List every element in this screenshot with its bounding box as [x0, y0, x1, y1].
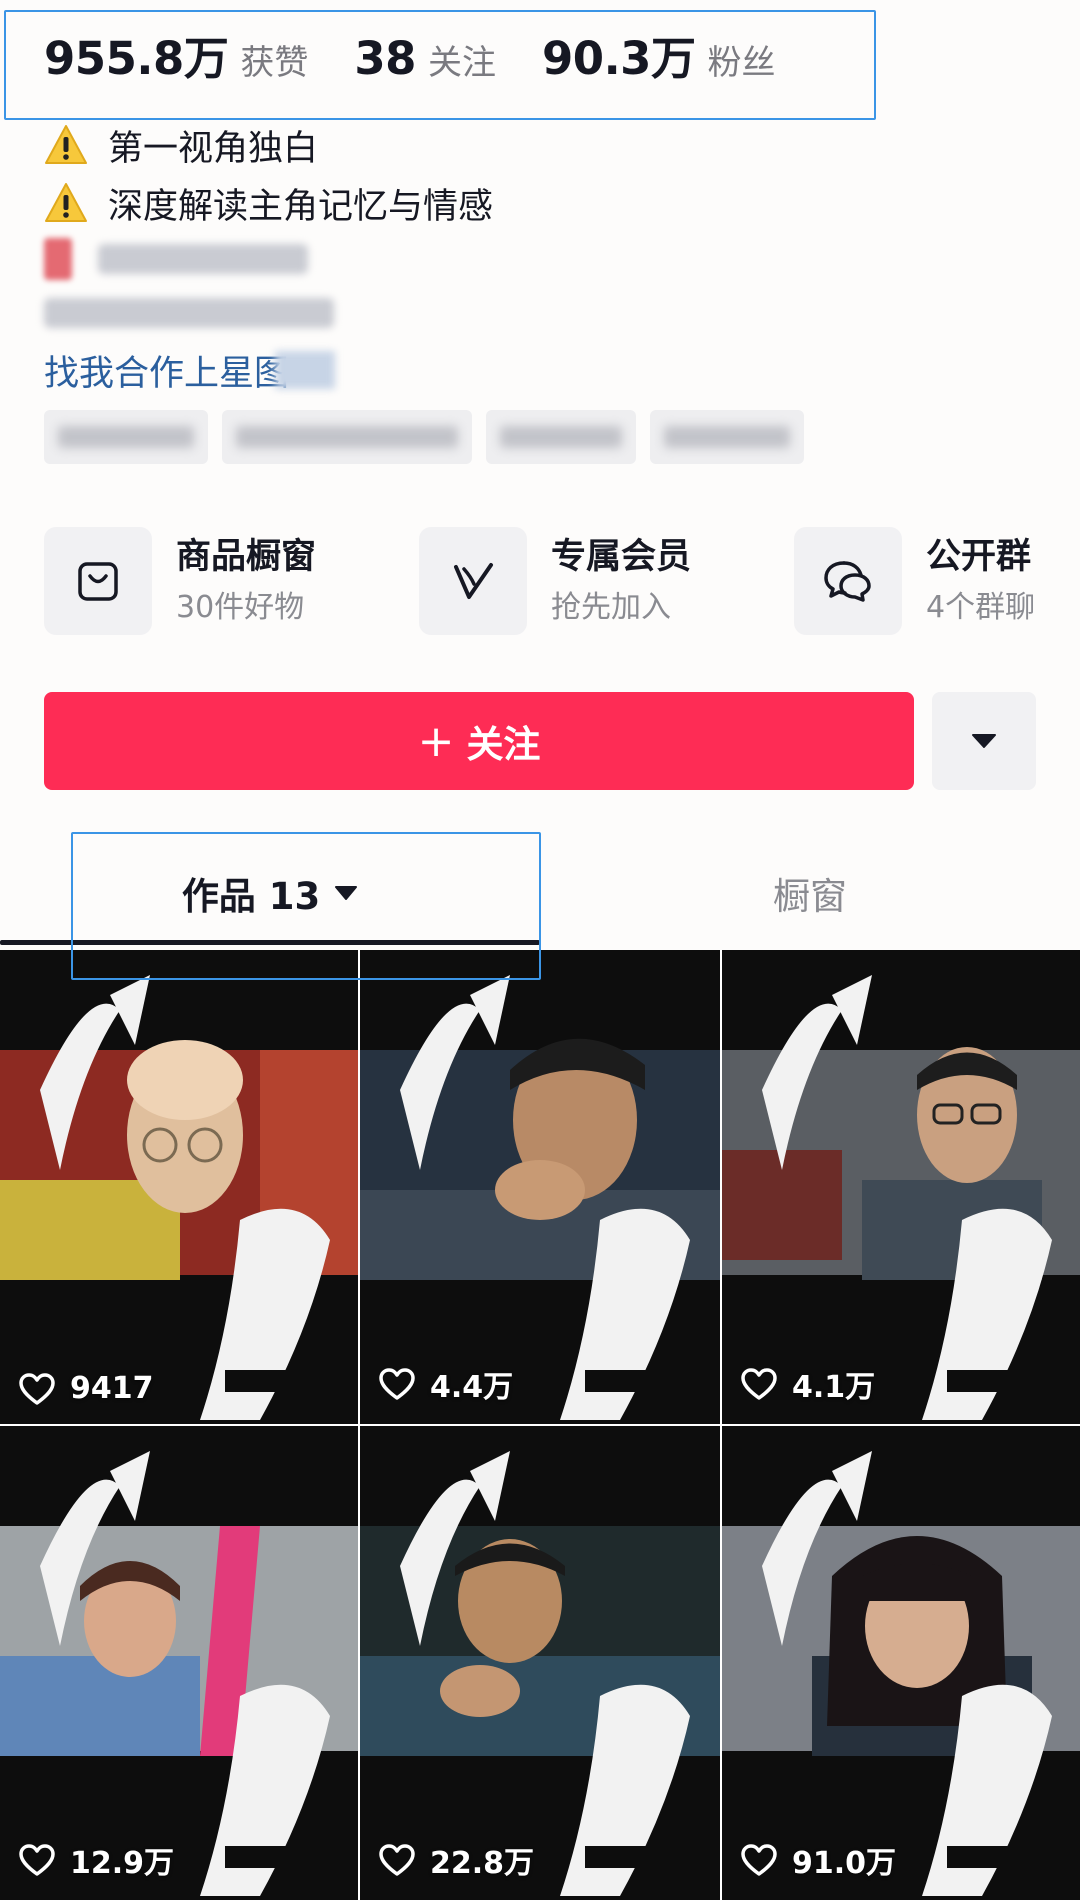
video-grid: 9417 4.4万 4.1万 12.9万 22.8万 91.0万	[0, 950, 1080, 1900]
video-card[interactable]: 4.1万	[722, 950, 1080, 1424]
redacted-line	[44, 232, 818, 286]
public-group-entry[interactable]: 公开群 4个群聊	[794, 527, 1044, 635]
video-card[interactable]: 12.9万	[0, 1426, 358, 1900]
caret-down-icon	[335, 886, 358, 900]
profile-stats: 955.8万 获赞 38 关注 90.3万 粉丝	[44, 22, 822, 87]
likes-label: 获赞	[240, 43, 309, 83]
following-count: 38	[354, 32, 416, 85]
video-thumbnail	[0, 1426, 358, 1900]
warning-icon	[45, 183, 87, 222]
redacted-text	[98, 244, 308, 274]
profile-tag[interactable]	[44, 410, 208, 464]
profile-tag[interactable]	[486, 410, 636, 464]
follow-button[interactable]: + 关注	[44, 692, 914, 790]
heart-icon	[741, 1844, 777, 1876]
follow-label: 关注	[466, 723, 541, 766]
video-card[interactable]: 9417	[0, 950, 358, 1424]
active-tab-indicator	[0, 940, 540, 945]
video-likes: 91.0万	[740, 1838, 896, 1882]
redacted-text	[44, 298, 334, 328]
likes-count: 91.0万	[792, 1846, 897, 1881]
video-thumbnail	[722, 950, 1080, 1424]
stat-following[interactable]: 38 关注	[354, 32, 496, 85]
video-thumbnail	[360, 1426, 720, 1900]
feature-entries: 商品橱窗 30件好物 专属会员 抢先加入 公开群 4个群聊	[44, 527, 1044, 635]
profile-tag[interactable]	[222, 410, 472, 464]
heart-icon	[741, 1368, 777, 1400]
vip-membership-sub: 抢先加入	[551, 590, 671, 625]
profile-bio: 第一视角独白 深度解读主角记忆与情感 找我合作上星图	[44, 116, 818, 464]
caret-down-icon	[972, 734, 996, 748]
heart-icon	[379, 1844, 415, 1876]
likes-count: 9417	[70, 1371, 154, 1406]
tab-works[interactable]: 作品 13	[0, 840, 540, 946]
video-thumbnail	[0, 950, 358, 1424]
video-card[interactable]: 91.0万	[722, 1426, 1080, 1900]
more-options-button[interactable]	[932, 692, 1036, 790]
bag-icon	[44, 527, 152, 635]
video-likes: 4.4万	[378, 1362, 513, 1406]
shop-window-entry[interactable]: 商品橱窗 30件好物	[44, 527, 419, 635]
video-likes: 9417	[18, 1371, 154, 1406]
bio-text-2: 深度解读主角记忆与情感	[108, 186, 494, 227]
video-thumbnail	[360, 950, 720, 1424]
vip-membership-title: 专属会员	[551, 537, 692, 577]
stat-followers[interactable]: 90.3万 粉丝	[542, 22, 776, 87]
heart-icon	[379, 1368, 415, 1400]
followers-count: 90.3万	[541, 32, 696, 85]
likes-count: 4.1万	[792, 1370, 876, 1405]
video-likes: 4.1万	[740, 1362, 875, 1406]
shop-window-sub: 30件好物	[176, 590, 305, 625]
video-card[interactable]: 4.4万	[360, 950, 720, 1424]
redacted-line	[44, 286, 818, 340]
video-likes: 22.8万	[378, 1838, 534, 1882]
shop-window-title: 商品橱窗	[176, 537, 317, 577]
bio-line-1: 第一视角独白	[44, 116, 818, 174]
profile-tags	[44, 410, 818, 464]
vip-membership-entry[interactable]: 专属会员 抢先加入	[419, 527, 794, 635]
likes-count: 12.9万	[70, 1846, 175, 1881]
profile-tag[interactable]	[650, 410, 804, 464]
heart-icon	[19, 1372, 55, 1405]
chat-bubbles-icon	[794, 527, 902, 635]
tab-works-label: 作品 13	[181, 875, 321, 918]
redacted-icon	[44, 238, 72, 280]
likes-count: 22.8万	[430, 1846, 535, 1881]
video-card[interactable]: 22.8万	[360, 1426, 720, 1900]
public-group-title: 公开群	[926, 537, 1032, 577]
following-label: 关注	[427, 43, 496, 83]
likes-count: 955.8万	[44, 32, 229, 85]
collab-link[interactable]: 找我合作上星图	[44, 340, 818, 400]
collab-link-text: 找我合作上星图	[44, 353, 290, 394]
video-thumbnail	[722, 1426, 1080, 1900]
redacted-text	[275, 351, 336, 389]
public-group-sub: 4个群聊	[926, 590, 1036, 625]
warning-icon	[45, 125, 87, 164]
bio-text-1: 第一视角独白	[108, 128, 319, 169]
vip-icon	[419, 527, 527, 635]
bio-line-2: 深度解读主角记忆与情感	[44, 174, 818, 232]
tab-showcase-label: 橱窗	[773, 875, 847, 918]
video-likes: 12.9万	[18, 1838, 174, 1882]
stat-likes[interactable]: 955.8万 获赞	[44, 22, 308, 87]
plus-icon: +	[417, 715, 455, 767]
followers-label: 粉丝	[707, 43, 776, 83]
heart-icon	[19, 1844, 55, 1876]
tab-showcase[interactable]: 橱窗	[540, 840, 1080, 946]
content-tabs: 作品 13 橱窗	[0, 840, 1080, 946]
likes-count: 4.4万	[430, 1370, 514, 1405]
